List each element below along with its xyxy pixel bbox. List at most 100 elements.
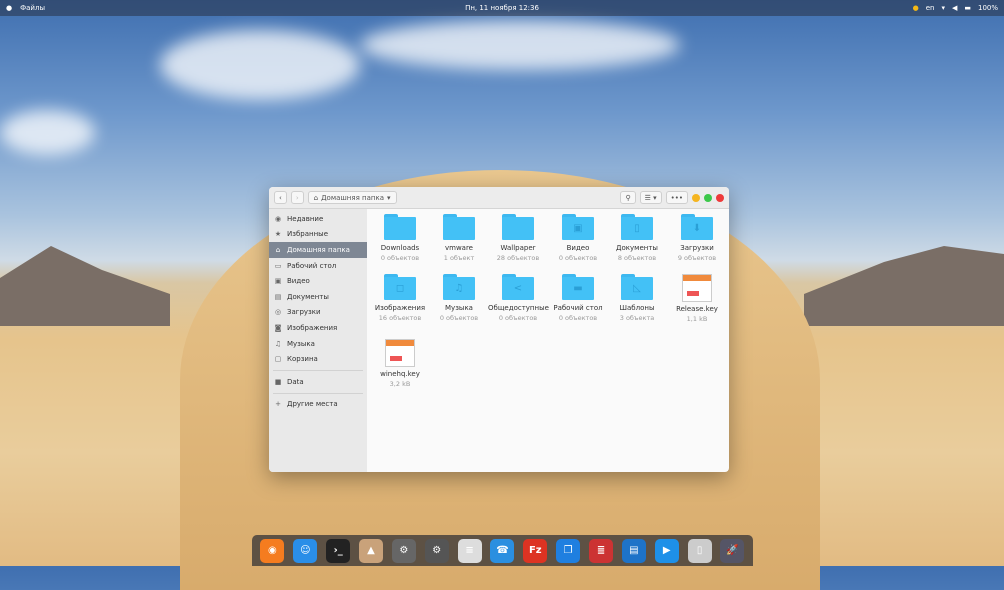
chevron-down-icon: ▾ <box>387 193 391 202</box>
vpn-icon[interactable]: ☎ <box>490 538 515 563</box>
location-button[interactable]: ⌂ Домашняя папка ▾ <box>307 191 397 204</box>
file-info: 0 объектов <box>439 314 479 322</box>
file-item[interactable]: ♫ Музыка 0 объектов <box>429 274 489 322</box>
file-grid: Downloads 0 объектов vmware 1 объект Wallpap… <box>367 209 729 472</box>
top-panel: ● Файлы Пн, 11 ноября 12:36 ● en ▾ ◀ ▬ 1… <box>0 0 1004 16</box>
sidebar-item[interactable]: ♫ Музыка <box>269 336 367 352</box>
media-player-icon[interactable]: ▶ <box>654 538 679 563</box>
terminal-icon[interactable]: ›_ <box>326 538 351 563</box>
sidebar-item[interactable]: ⌂ Домашняя папка <box>269 242 367 258</box>
file-info: 9 объектов <box>677 254 717 262</box>
cloud <box>160 30 360 100</box>
battery-icon[interactable]: ▬ <box>964 4 971 12</box>
sidebar-item-label: Видео <box>287 277 310 286</box>
cloud <box>360 20 680 70</box>
file-item[interactable]: < Общедоступные 0 объектов <box>488 274 549 322</box>
sidebar-item[interactable]: ◎ Загрузки <box>269 305 367 321</box>
file-name: Рабочий стол <box>553 304 603 312</box>
sidebar-item[interactable]: ▤ Документы <box>269 289 367 305</box>
drive-icon: ■ <box>274 377 282 386</box>
sidebar-item-label: Недавние <box>287 214 324 223</box>
dock: ◉ ☺ ›_ ▲ ⚙ ⚙ ≡ ☎ Fz ❐ ≣ ▤ ▶ ▯ 🚀 <box>252 535 753 566</box>
folder-icon: ◺ <box>621 274 653 300</box>
file-info: 3,2 kB <box>389 380 411 388</box>
file-info: 0 объектов <box>380 254 420 262</box>
finder-icon[interactable]: ☺ <box>293 538 318 563</box>
menu-button[interactable]: ••• <box>665 191 688 204</box>
file-name: Изображения <box>374 304 426 312</box>
folder-icon: ▣ <box>562 214 594 240</box>
file-item[interactable]: Release.key 1,1 kB <box>667 274 727 323</box>
file-item[interactable]: ▣ Видео 0 объектов <box>548 214 608 262</box>
folder-icon <box>502 214 534 240</box>
sidebar: ◉ Недавние ★ Избранные ⌂ Домашняя папка ▭ Рабоч… <box>269 209 367 472</box>
launchpad-icon[interactable]: 🚀 <box>720 538 745 563</box>
installer-icon[interactable]: ▲ <box>359 538 383 563</box>
file-item[interactable]: ◺ Шаблоны 3 объекта <box>607 274 667 322</box>
folder-icon: < <box>502 274 534 300</box>
sidebar-item[interactable]: ◙ Изображения <box>269 320 367 336</box>
settings-icon[interactable]: ⚙ <box>424 538 449 563</box>
sidebar-item-label: Корзина <box>287 355 318 364</box>
volume-icon[interactable]: ◀ <box>952 4 957 12</box>
sidebar-item[interactable]: ★ Избранные <box>269 227 367 243</box>
document-icon <box>385 339 415 367</box>
folder-icon <box>384 214 416 240</box>
file-manager-window: ‹ › ⌂ Домашняя папка ▾ ⚲ ☰ ▾ ••• ◉ Недавн… <box>269 187 729 472</box>
file-item[interactable]: ⬇ Загрузки 9 объектов <box>667 214 727 262</box>
sidebar-item[interactable]: ▭ Рабочий стол <box>269 258 367 274</box>
sidebar-item-label: Другие места <box>287 400 338 409</box>
weather-icon[interactable]: ● <box>913 4 919 12</box>
file-name: Загрузки <box>680 244 714 252</box>
file-name: Общедоступные <box>488 304 549 312</box>
library-icon[interactable]: ≣ <box>589 538 614 563</box>
virtualbox-icon[interactable]: ❐ <box>556 538 581 563</box>
search-button[interactable]: ⚲ <box>620 191 636 204</box>
battery-level: 100% <box>977 4 998 12</box>
app-menu[interactable]: Файлы <box>20 4 45 12</box>
sidebar-item[interactable]: ◉ Недавние <box>269 211 367 227</box>
sidebar-item-data[interactable]: ■ Data <box>269 374 367 390</box>
filezilla-icon[interactable]: Fz <box>523 538 548 563</box>
folder-icon: ▯ <box>621 214 653 240</box>
file-info: 1 объект <box>443 254 475 262</box>
wifi-icon[interactable]: ▾ <box>941 4 945 12</box>
folder-icon <box>443 214 475 240</box>
trash-icon[interactable]: ▯ <box>687 538 712 563</box>
file-item[interactable]: ▬ Рабочий стол 0 объектов <box>548 274 608 322</box>
file-item[interactable]: vmware 1 объект <box>429 214 489 262</box>
maximize-button[interactable] <box>704 193 712 202</box>
writer-icon[interactable]: ▤ <box>621 538 646 563</box>
file-name: Downloads <box>380 244 420 252</box>
clock[interactable]: Пн, 11 ноября 12:36 <box>465 4 539 12</box>
keyboard-layout[interactable]: en <box>926 4 935 12</box>
file-item[interactable]: ◻ Изображения 16 объектов <box>370 274 430 322</box>
mountain <box>804 246 1004 326</box>
file-item[interactable]: winehq.key 3,2 kB <box>370 339 430 388</box>
sidebar-item-label: Рабочий стол <box>287 261 337 270</box>
file-name: Документы <box>616 244 658 252</box>
file-item[interactable]: Downloads 0 объектов <box>370 214 430 262</box>
firefox-icon[interactable]: ◉ <box>260 538 285 563</box>
system-settings-icon[interactable]: ⚙ <box>391 538 416 563</box>
sidebar-item[interactable]: ▣ Видео <box>269 273 367 289</box>
sidebar-item-label: Документы <box>287 292 329 301</box>
forward-button[interactable]: › <box>290 191 304 204</box>
text-editor-icon[interactable]: ≡ <box>457 538 482 563</box>
apple-icon[interactable]: ● <box>6 4 12 12</box>
view-mode-button[interactable]: ☰ ▾ <box>639 191 662 204</box>
music-icon: ♫ <box>274 339 282 348</box>
sidebar-item-other-places[interactable]: + Другие места <box>269 397 367 413</box>
location-label: Домашняя папка <box>321 193 384 202</box>
file-item[interactable]: Wallpaper 28 объектов <box>488 214 548 262</box>
back-button[interactable]: ‹ <box>274 191 287 204</box>
sidebar-item-label: Data <box>287 377 304 386</box>
download-icon: ◎ <box>274 308 282 317</box>
close-button[interactable] <box>716 193 724 202</box>
document-icon <box>682 274 712 302</box>
file-item[interactable]: ▯ Документы 8 объектов <box>607 214 667 262</box>
sidebar-item[interactable]: ▢ Корзина <box>269 351 367 367</box>
minimize-button[interactable] <box>692 193 700 202</box>
trash-icon: ▢ <box>274 355 282 364</box>
divider <box>273 369 363 371</box>
